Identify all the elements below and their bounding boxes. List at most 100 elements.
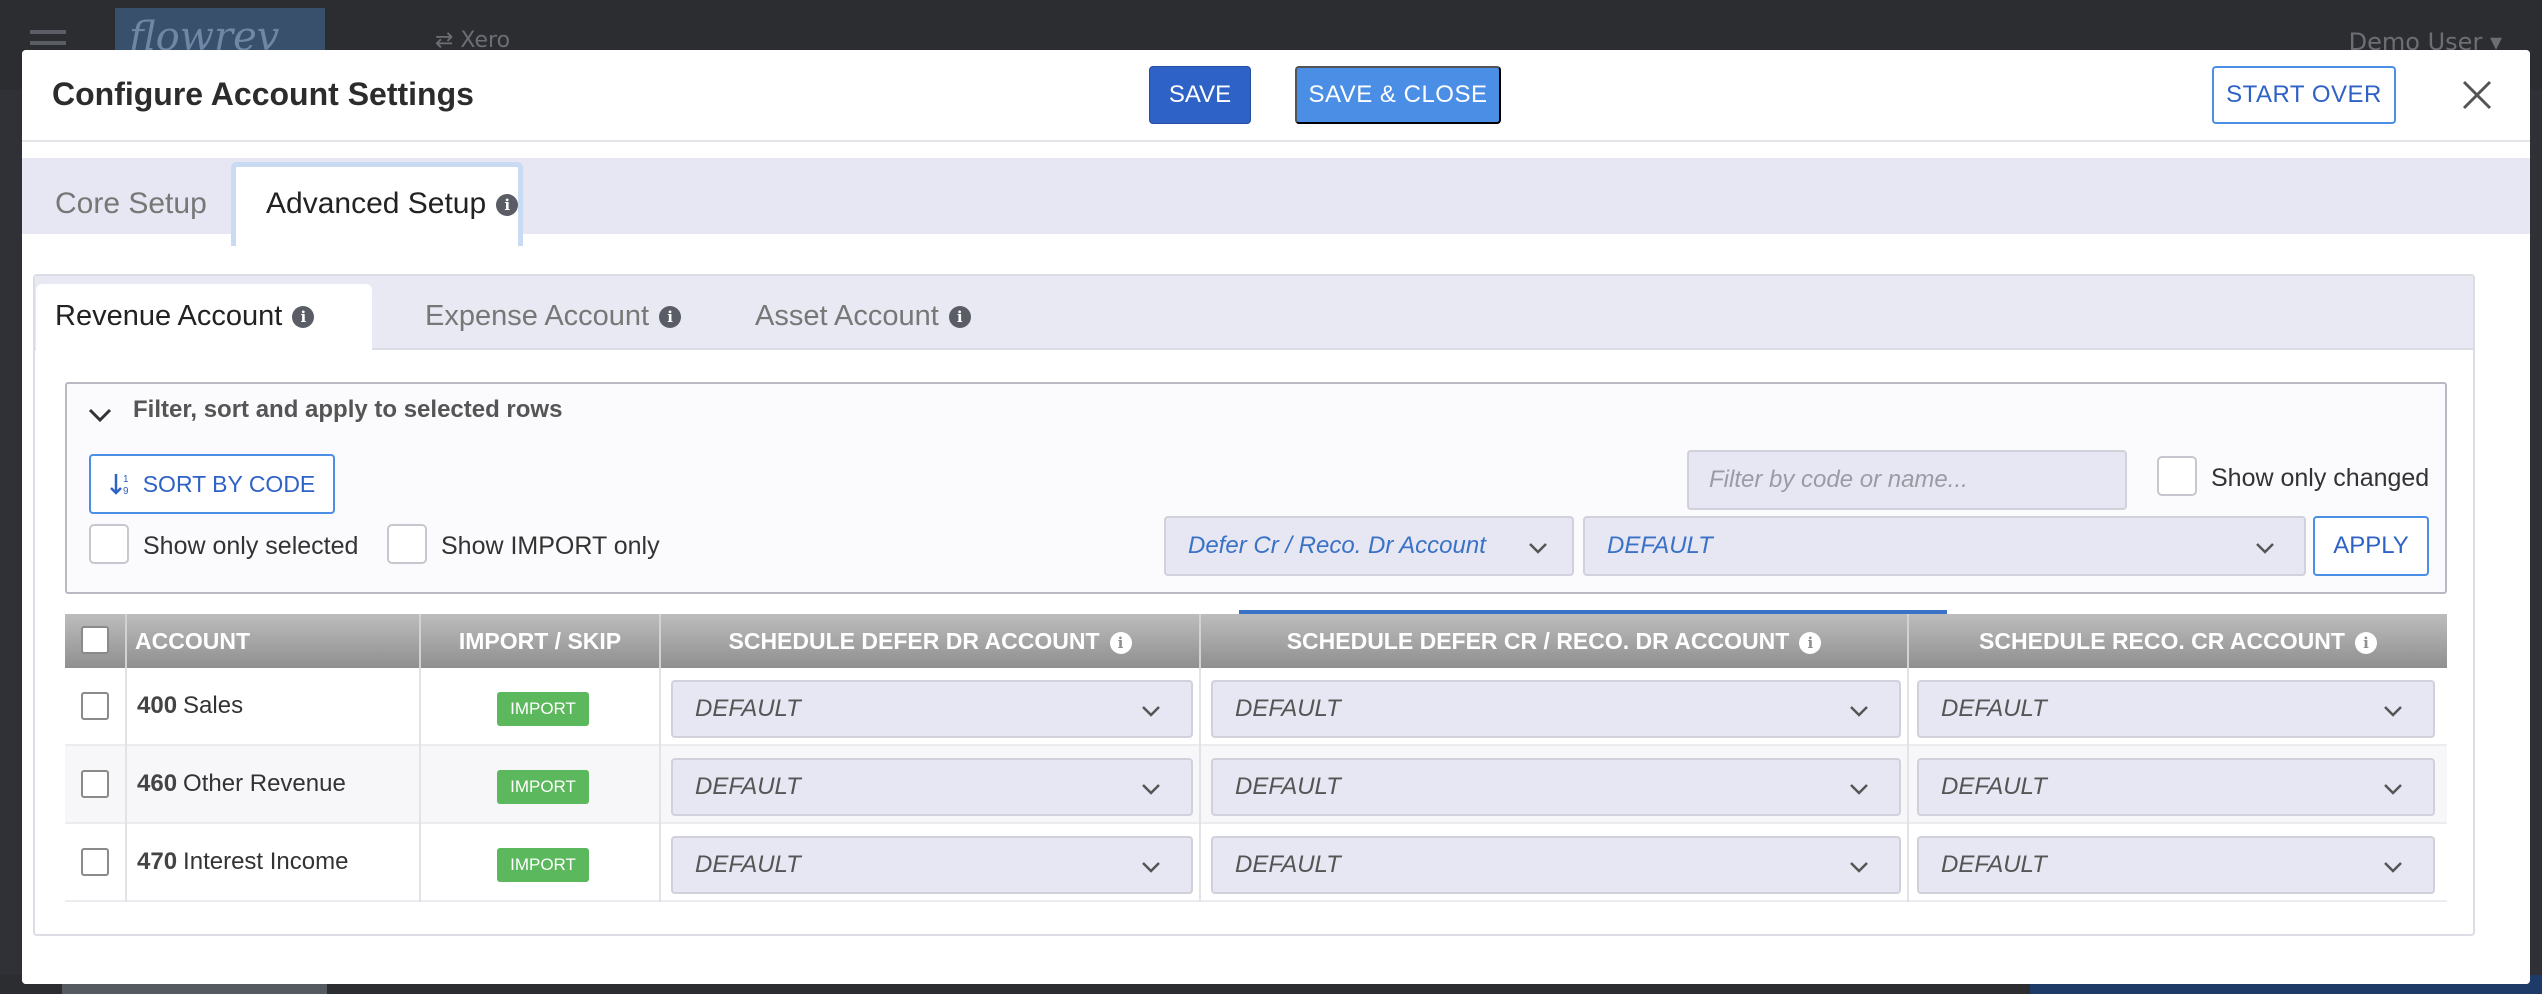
svg-text:1: 1 (123, 474, 129, 485)
header-reco-cr-label: SCHEDULE RECO. CR ACCOUNT (1979, 628, 2345, 654)
defer-dr-value: DEFAULT (695, 851, 801, 878)
modal-header: Configure Account Settings SAVE SAVE & C… (22, 50, 2530, 142)
close-icon[interactable] (2452, 70, 2502, 120)
header-defer-dr[interactable]: SCHEDULE DEFER DR ACCOUNT i (661, 614, 1201, 668)
sort-by-code-label: SORT BY CODE (142, 470, 316, 497)
import-badge[interactable]: IMPORT (497, 770, 589, 804)
filter-title: Filter, sort and apply to selected rows (133, 396, 563, 423)
info-icon[interactable]: i (292, 306, 315, 329)
value-select[interactable]: DEFAULT (1583, 516, 2306, 576)
value-select-value: DEFAULT (1607, 532, 1713, 559)
header-defer-dr-label: SCHEDULE DEFER DR ACCOUNT (728, 628, 1100, 654)
sort-by-code-button[interactable]: 1 9 SORT BY CODE (89, 454, 335, 514)
defer-cr-value: DEFAULT (1235, 695, 1341, 722)
import-badge[interactable]: IMPORT (497, 848, 589, 882)
show-import-only-label: Show IMPORT only (441, 532, 660, 560)
header-reco-cr[interactable]: SCHEDULE RECO. CR ACCOUNT i (1909, 614, 2447, 668)
defer-cr-select[interactable]: DEFAULT (1211, 758, 1901, 816)
show-only-changed-label: Show only changed (2211, 464, 2430, 492)
info-icon[interactable]: i (659, 306, 682, 329)
tab-advanced-setup[interactable]: Advanced Setup i (231, 162, 523, 246)
chevron-down-icon (1850, 784, 1868, 795)
defer-dr-select[interactable]: DEFAULT (671, 680, 1193, 738)
info-icon[interactable]: i (2354, 631, 2377, 654)
chevron-down-icon[interactable] (85, 400, 115, 430)
account-code: 400 (137, 692, 178, 719)
row-checkbox[interactable] (81, 848, 109, 876)
chevron-down-icon (1850, 862, 1868, 873)
show-only-selected-checkbox[interactable] (89, 524, 129, 564)
defer-dr-select[interactable]: DEFAULT (671, 836, 1193, 894)
import-badge[interactable]: IMPORT (497, 692, 589, 726)
chevron-down-icon (2384, 784, 2402, 795)
info-icon[interactable]: i (496, 194, 519, 217)
reco-cr-value: DEFAULT (1941, 773, 2047, 800)
table-row: 470 Interest Income IMPORT DEFAULT DEFAUL… (65, 824, 2447, 902)
table-row: 460 Other Revenue IMPORT DEFAULT DEFAULT … (65, 746, 2447, 824)
chevron-down-icon (2384, 862, 2402, 873)
defer-dr-value: DEFAULT (695, 773, 801, 800)
account-name: 460 Other Revenue (137, 770, 346, 798)
account-settings-panel: Revenue Account i Expense Account i Asset … (33, 274, 2475, 936)
save-button[interactable]: SAVE (1149, 66, 1251, 124)
hamburger-menu-icon (30, 30, 66, 34)
defer-dr-select[interactable]: DEFAULT (671, 758, 1193, 816)
sub-tab-bar: Revenue Account i Expense Account i Asset … (35, 276, 2473, 352)
chevron-down-icon (2384, 706, 2402, 717)
chevron-down-icon (1142, 706, 1160, 717)
chevron-down-icon (1142, 862, 1160, 873)
tab-asset-account[interactable]: Asset Account i (755, 300, 971, 333)
account-label: Interest Income (183, 848, 349, 875)
select-all-cell (65, 614, 127, 668)
filter-panel: Filter, sort and apply to selected rows … (65, 382, 2447, 594)
tab-core-setup[interactable]: Core Setup (55, 187, 207, 221)
defer-dr-value: DEFAULT (695, 695, 801, 722)
account-name: 400 Sales (137, 692, 243, 720)
reco-cr-value: DEFAULT (1941, 695, 2047, 722)
revenue-tab-text: Revenue Account (55, 300, 283, 332)
account-code: 470 (137, 848, 178, 875)
tab-revenue-account-label[interactable]: Revenue Account i (55, 300, 315, 333)
account-label: Other Revenue (183, 770, 346, 797)
filter-search-input[interactable]: Filter by code or name... (1687, 450, 2127, 510)
asset-tab-text: Asset Account (755, 300, 939, 332)
reco-cr-value: DEFAULT (1941, 851, 2047, 878)
header-account[interactable]: ACCOUNT (127, 614, 421, 668)
start-over-button[interactable]: START OVER (2212, 66, 2396, 124)
defer-cr-value: DEFAULT (1235, 851, 1341, 878)
select-all-checkbox[interactable] (81, 626, 109, 654)
show-import-only-checkbox[interactable] (387, 524, 427, 564)
account-code: 460 (137, 770, 178, 797)
header-defer-cr[interactable]: SCHEDULE DEFER CR / RECO. DR ACCOUNT i (1201, 614, 1909, 668)
column-select[interactable]: Defer Cr / Reco. Dr Account (1164, 516, 1574, 576)
reco-cr-select[interactable]: DEFAULT (1917, 758, 2435, 816)
chevron-down-icon (2256, 543, 2274, 554)
info-icon[interactable]: i (948, 306, 971, 329)
info-icon[interactable]: i (1799, 631, 1822, 654)
row-checkbox[interactable] (81, 770, 109, 798)
account-name: 470 Interest Income (137, 848, 348, 876)
defer-cr-select[interactable]: DEFAULT (1211, 680, 1901, 738)
show-only-changed-checkbox[interactable] (2157, 456, 2197, 496)
chevron-down-icon (1850, 706, 1868, 717)
accounts-table: ACCOUNT IMPORT / SKIP SCHEDULE DEFER DR … (65, 610, 2447, 904)
chevron-down-icon (1142, 784, 1160, 795)
modal-title: Configure Account Settings (52, 76, 474, 112)
svg-text:9: 9 (123, 486, 129, 497)
chevron-down-icon (1529, 543, 1547, 554)
tab-expense-account[interactable]: Expense Account i (425, 300, 682, 333)
reco-cr-select[interactable]: DEFAULT (1917, 680, 2435, 738)
defer-cr-select[interactable]: DEFAULT (1211, 836, 1901, 894)
reco-cr-select[interactable]: DEFAULT (1917, 836, 2435, 894)
account-label: Sales (183, 692, 244, 719)
header-defer-cr-label: SCHEDULE DEFER CR / RECO. DR ACCOUNT (1286, 628, 1790, 654)
row-checkbox[interactable] (81, 692, 109, 720)
table-header: ACCOUNT IMPORT / SKIP SCHEDULE DEFER DR … (65, 614, 2447, 668)
save-and-close-button[interactable]: SAVE & CLOSE (1295, 66, 1501, 124)
sort-icon: 1 9 (109, 474, 129, 497)
expense-tab-text: Expense Account (425, 300, 650, 332)
header-import-skip[interactable]: IMPORT / SKIP (421, 614, 661, 668)
show-only-selected-label: Show only selected (143, 532, 359, 560)
apply-button[interactable]: APPLY (2313, 516, 2429, 576)
info-icon[interactable]: i (1109, 631, 1132, 654)
